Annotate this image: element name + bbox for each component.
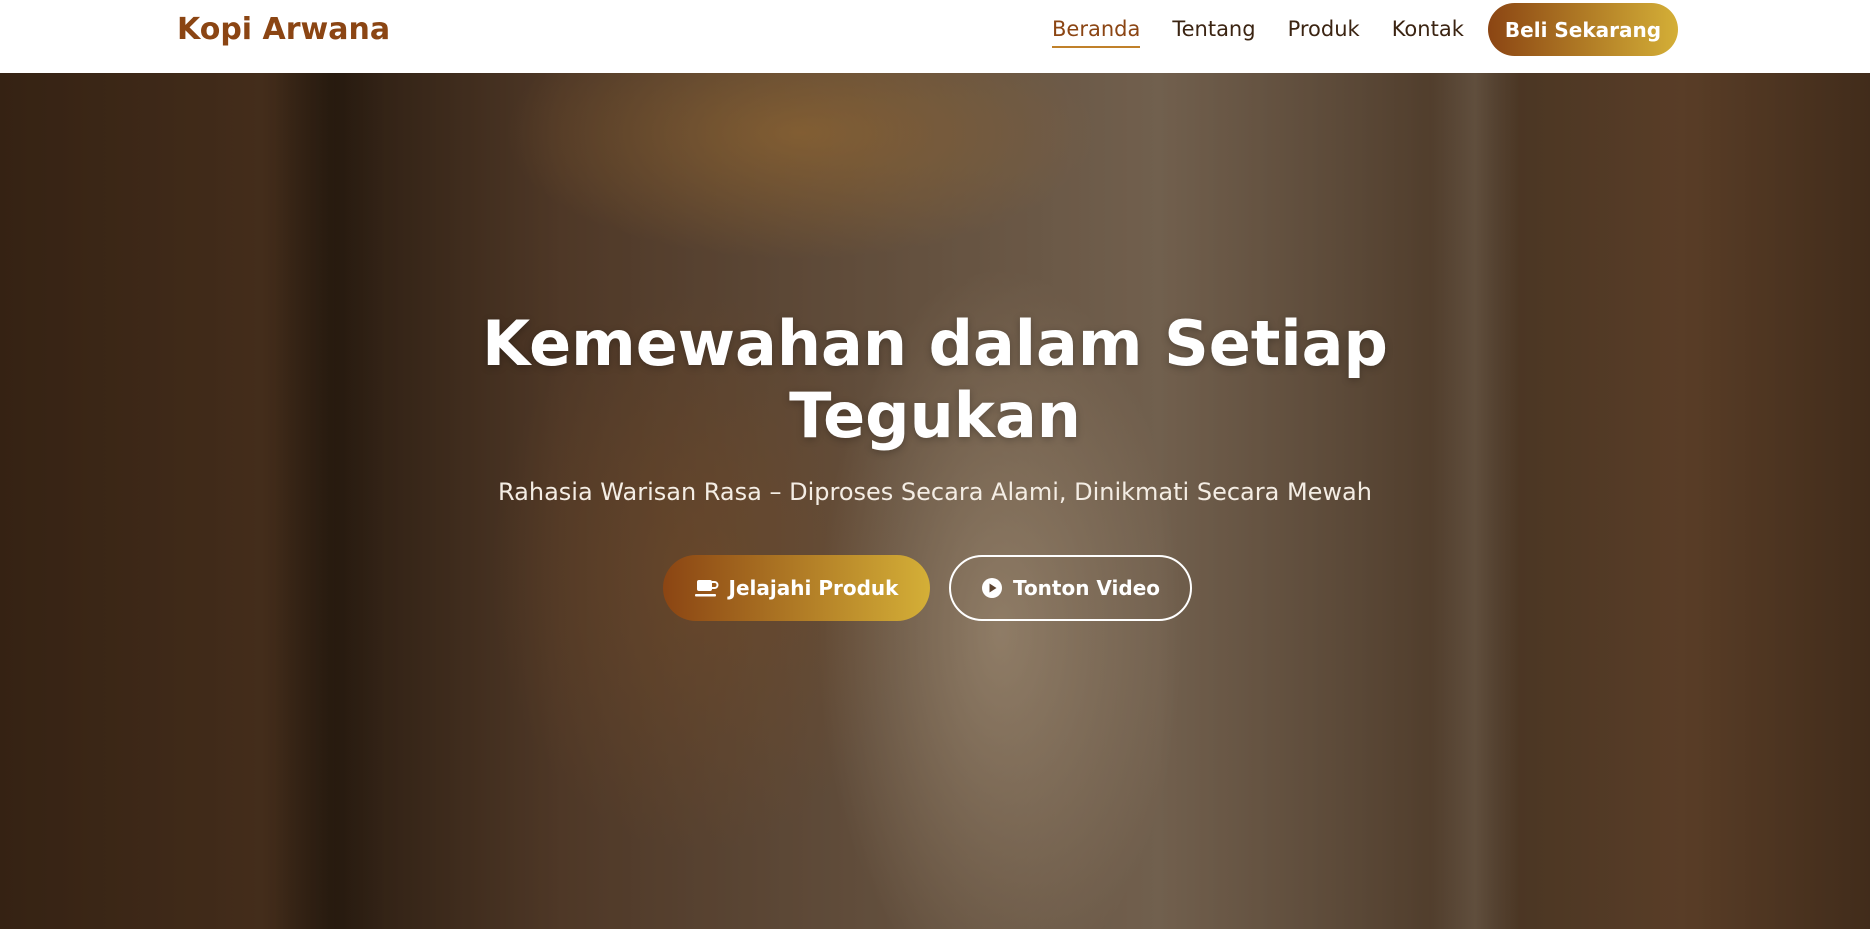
watch-video-label: Tonton Video — [1012, 576, 1161, 600]
hero-title: Kemewahan dalam Setiap Tegukan — [435, 308, 1435, 452]
nav-menu: Beranda Tentang Produk Kontak — [1052, 0, 1496, 61]
hero-section: Kemewahan dalam Setiap Tegukan Rahasia W… — [0, 73, 1870, 929]
nav-link-kontak[interactable]: Kontak — [1392, 17, 1464, 45]
explore-products-label: Jelajahi Produk — [728, 576, 899, 600]
nav-link-tentang[interactable]: Tentang — [1172, 17, 1255, 45]
nav-link-beranda[interactable]: Beranda — [1052, 17, 1141, 48]
buy-now-button[interactable]: Beli Sekarang — [1488, 3, 1678, 56]
play-circle-icon — [981, 578, 1002, 598]
navbar: Kopi Arwana Beranda Tentang Produk Konta… — [0, 0, 1870, 73]
coffee-cup-icon — [694, 580, 718, 597]
nav-link-produk[interactable]: Produk — [1288, 17, 1360, 45]
hero-subtitle: Rahasia Warisan Rasa – Diproses Secara A… — [498, 478, 1372, 506]
hero-title-line-1: Kemewahan dalam Setiap — [482, 307, 1388, 380]
hero-title-line-2: Tegukan — [789, 379, 1081, 452]
watch-video-button[interactable]: Tonton Video — [949, 555, 1192, 621]
explore-products-button[interactable]: Jelajahi Produk — [663, 555, 930, 621]
brand-logo[interactable]: Kopi Arwana — [177, 12, 390, 47]
